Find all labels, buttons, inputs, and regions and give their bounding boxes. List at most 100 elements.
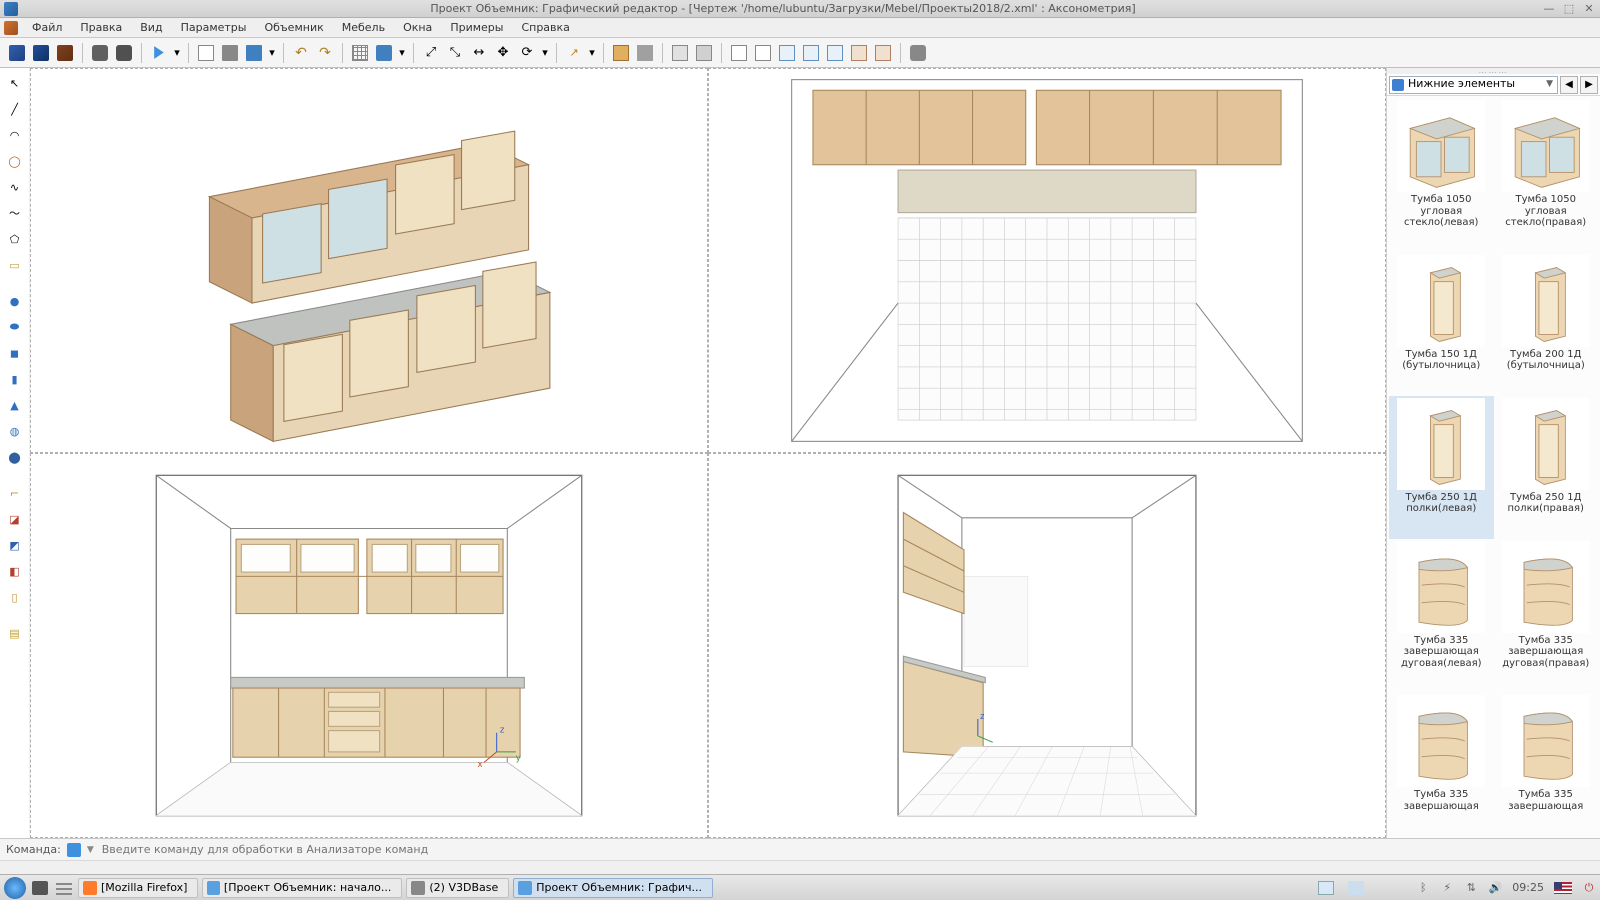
lt-circle[interactable]: ◯ bbox=[4, 150, 26, 172]
library-category-select[interactable]: Нижние элементы ▼ bbox=[1389, 76, 1558, 94]
command-drop[interactable]: ▼ bbox=[87, 845, 94, 855]
menu-help[interactable]: Справка bbox=[513, 19, 577, 36]
tb-house[interactable] bbox=[634, 42, 656, 64]
taskbar-task[interactable]: Проект Объемник: Графич... bbox=[513, 878, 713, 898]
viewport-top[interactable] bbox=[708, 68, 1386, 453]
tb-play-drop[interactable]: ▾ bbox=[172, 42, 182, 64]
library-item[interactable]: Тумба 335 завершающая bbox=[1494, 693, 1599, 836]
tray-network-icon[interactable]: ⇅ bbox=[1464, 881, 1478, 895]
lt-pointer[interactable]: ↖ bbox=[4, 72, 26, 94]
horizontal-scrollbar[interactable] bbox=[0, 860, 1600, 874]
lt-sphere[interactable]: ● bbox=[4, 290, 26, 312]
lt-edge[interactable]: ⌐ bbox=[4, 482, 26, 504]
menu-furniture[interactable]: Мебель bbox=[334, 19, 393, 36]
tb-render2[interactable] bbox=[113, 42, 135, 64]
taskbar-task[interactable]: (2) V3DBase bbox=[406, 878, 509, 898]
library-next[interactable]: ▶ bbox=[1580, 76, 1598, 94]
lt-ellipsoid[interactable]: ⬬ bbox=[4, 316, 26, 338]
tb-doc2[interactable] bbox=[693, 42, 715, 64]
tb-save[interactable] bbox=[243, 42, 265, 64]
library-item[interactable]: Тумба 250 1Д полки(левая) bbox=[1389, 396, 1494, 539]
tb-new[interactable] bbox=[195, 42, 217, 64]
tb-camera[interactable] bbox=[907, 42, 929, 64]
tb-print[interactable] bbox=[219, 42, 241, 64]
library-item[interactable]: Тумба 335 завершающая bbox=[1389, 693, 1494, 836]
viewport-side[interactable]: z bbox=[708, 453, 1386, 838]
tb-fit[interactable]: ⤢ bbox=[420, 42, 442, 64]
menu-edit[interactable]: Правка bbox=[72, 19, 130, 36]
menu-examples[interactable]: Примеры bbox=[442, 19, 511, 36]
library-item[interactable]: Тумба 335 завершающая дуговая(правая) bbox=[1494, 539, 1599, 694]
taskbar-task[interactable]: [Проект Объемник: начало... bbox=[202, 878, 402, 898]
launcher-files[interactable] bbox=[30, 878, 50, 898]
library-item[interactable]: Тумба 1050 угловая стекло(левая) bbox=[1389, 98, 1494, 253]
library-item[interactable]: Тумба 335 завершающая дуговая(левая) bbox=[1389, 539, 1494, 694]
tb-calendar[interactable] bbox=[610, 42, 632, 64]
lt-box[interactable]: ◼ bbox=[4, 342, 26, 364]
tb-list1[interactable] bbox=[728, 42, 750, 64]
lt-ball[interactable]: ⬤ bbox=[4, 446, 26, 468]
lt-cyl[interactable]: ▮ bbox=[4, 368, 26, 390]
lt-poly[interactable]: ⬠ bbox=[4, 228, 26, 250]
lt-line[interactable]: ╱ bbox=[4, 98, 26, 120]
tb-measure-drop[interactable]: ▾ bbox=[587, 42, 597, 64]
viewport-axon[interactable] bbox=[30, 68, 708, 453]
lt-sub[interactable]: ◩ bbox=[4, 534, 26, 556]
tray-power-icon[interactable]: ⚡ bbox=[1440, 881, 1454, 895]
tray-clock[interactable]: 09:25 bbox=[1512, 881, 1544, 894]
tb-list2[interactable] bbox=[752, 42, 774, 64]
tb-save-drop[interactable]: ▾ bbox=[267, 42, 277, 64]
lt-inter[interactable]: ◧ bbox=[4, 560, 26, 582]
viewport-front[interactable]: z y x bbox=[30, 453, 708, 838]
close-button[interactable]: ✕ bbox=[1582, 2, 1596, 16]
library-item[interactable]: Тумба 200 1Д (бутылочница) bbox=[1494, 253, 1599, 396]
library-item[interactable]: Тумба 1050 угловая стекло(правая) bbox=[1494, 98, 1599, 253]
taskbar-task[interactable]: [Mozilla Firefox] bbox=[78, 878, 198, 898]
tb-list3[interactable] bbox=[776, 42, 798, 64]
tray-logout-icon[interactable]: ⏻ bbox=[1582, 881, 1596, 895]
command-input[interactable] bbox=[100, 841, 1594, 858]
tray-workspaces[interactable] bbox=[1346, 878, 1366, 898]
tb-redo[interactable]: ↷ bbox=[314, 42, 336, 64]
tray-keyboard-layout[interactable] bbox=[1554, 882, 1572, 894]
lt-torus[interactable]: ◍ bbox=[4, 420, 26, 442]
tb-list4[interactable] bbox=[800, 42, 822, 64]
tb-list7[interactable] bbox=[872, 42, 894, 64]
tb-cube3[interactable] bbox=[54, 42, 76, 64]
tb-move[interactable]: ✥ bbox=[492, 42, 514, 64]
menu-obemnik[interactable]: Объемник bbox=[256, 19, 331, 36]
lt-curve[interactable]: 〜 bbox=[4, 202, 26, 224]
tb-rotate-drop[interactable]: ▾ bbox=[540, 42, 550, 64]
lt-arc[interactable]: ◠ bbox=[4, 124, 26, 146]
library-item[interactable]: Тумба 250 1Д полки(правая) bbox=[1494, 396, 1599, 539]
tb-zoomwin[interactable]: ⤡ bbox=[444, 42, 466, 64]
tb-rotate[interactable]: ⟳ bbox=[516, 42, 538, 64]
app-menu-icon[interactable] bbox=[4, 21, 18, 35]
tray-volume-icon[interactable]: 🔊 bbox=[1488, 881, 1502, 895]
menu-view[interactable]: Вид bbox=[132, 19, 170, 36]
maximize-button[interactable]: ⬚ bbox=[1562, 2, 1576, 16]
tb-pan[interactable]: ↔ bbox=[468, 42, 490, 64]
command-icon[interactable] bbox=[67, 843, 81, 857]
lt-rect[interactable]: ▭ bbox=[4, 254, 26, 276]
menu-params[interactable]: Параметры bbox=[173, 19, 255, 36]
tb-list5[interactable] bbox=[824, 42, 846, 64]
tray-show-desktop[interactable] bbox=[1316, 878, 1336, 898]
start-button[interactable] bbox=[4, 877, 26, 899]
lt-cone[interactable]: ▲ bbox=[4, 394, 26, 416]
tb-render1[interactable] bbox=[89, 42, 111, 64]
menu-windows[interactable]: Окна bbox=[395, 19, 440, 36]
tb-cube2[interactable] bbox=[30, 42, 52, 64]
tb-list6[interactable] bbox=[848, 42, 870, 64]
tb-play[interactable] bbox=[148, 42, 170, 64]
library-prev[interactable]: ◀ bbox=[1560, 76, 1578, 94]
library-item[interactable]: Тумба 150 1Д (бутылочница) bbox=[1389, 253, 1494, 396]
tb-undo[interactable]: ↶ bbox=[290, 42, 312, 64]
tb-views2[interactable] bbox=[373, 42, 395, 64]
tray-bluetooth-icon[interactable]: ᛒ bbox=[1416, 881, 1430, 895]
tb-measure[interactable]: ↗ bbox=[563, 42, 585, 64]
tb-views[interactable] bbox=[349, 42, 371, 64]
tb-views-drop[interactable]: ▾ bbox=[397, 42, 407, 64]
launcher-grid[interactable] bbox=[54, 878, 74, 898]
lt-safe[interactable]: ▤ bbox=[4, 622, 26, 644]
